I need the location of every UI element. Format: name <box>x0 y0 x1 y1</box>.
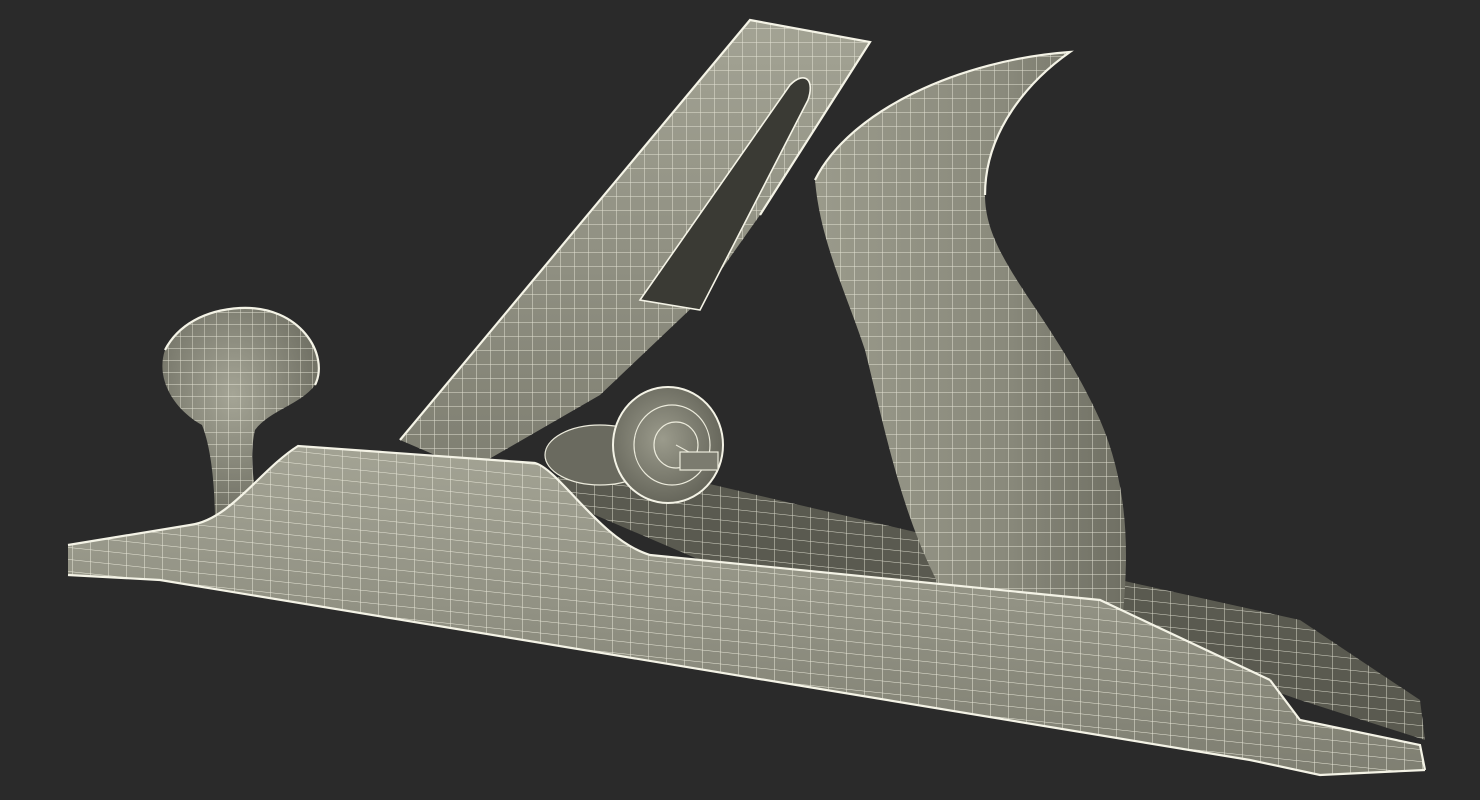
render-viewport <box>0 0 1480 800</box>
hand-plane-wireframe <box>67 18 1427 777</box>
